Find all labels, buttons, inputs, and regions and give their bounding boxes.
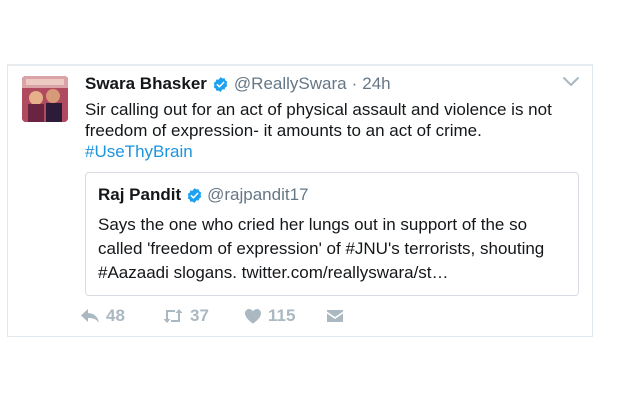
- heart-icon: [244, 308, 262, 324]
- retweet-icon: [162, 308, 184, 324]
- like-count: 115: [268, 306, 296, 325]
- chevron-down-icon[interactable]: [562, 74, 580, 88]
- quoted-text: Says the one who cried her lungs out in …: [98, 215, 545, 282]
- like-button[interactable]: 115: [244, 306, 326, 326]
- quoted-header: Raj Pandit @rajpandit17: [98, 185, 309, 205]
- quoted-handle: @rajpandit17: [207, 185, 309, 204]
- avatar-image: [22, 76, 68, 122]
- envelope-icon: [326, 308, 344, 324]
- display-name[interactable]: Swara Bhasker: [85, 74, 207, 94]
- reply-button[interactable]: 48: [80, 306, 162, 326]
- tweet-body: Sir calling out for an act of physical a…: [85, 100, 552, 140]
- tweet-actions: 48 37 115: [80, 306, 344, 326]
- reply-count: 48: [106, 306, 125, 325]
- avatar[interactable]: [22, 76, 68, 122]
- hashtag-link[interactable]: #UseThyBrain: [85, 141, 585, 162]
- tweet-text: Sir calling out for an act of physical a…: [85, 99, 585, 162]
- user-handle[interactable]: @ReallySwara: [234, 74, 347, 94]
- verified-badge-icon: [212, 76, 229, 93]
- direct-message-button[interactable]: [326, 308, 344, 324]
- verified-badge-icon: [186, 187, 203, 204]
- tweet-card[interactable]: Swara Bhasker @ReallySwara · 24h Sir cal…: [7, 64, 593, 337]
- retweet-button[interactable]: 37: [162, 306, 244, 326]
- tweet-header: Swara Bhasker @ReallySwara · 24h: [85, 74, 391, 94]
- separator-dot: ·: [351, 74, 358, 93]
- quoted-display-name: Raj Pandit: [98, 185, 182, 204]
- retweet-count: 37: [190, 306, 209, 325]
- reply-icon: [80, 308, 100, 324]
- quoted-tweet[interactable]: Raj Pandit @rajpandit17 Says the one who…: [85, 172, 579, 296]
- timestamp[interactable]: 24h: [362, 74, 390, 94]
